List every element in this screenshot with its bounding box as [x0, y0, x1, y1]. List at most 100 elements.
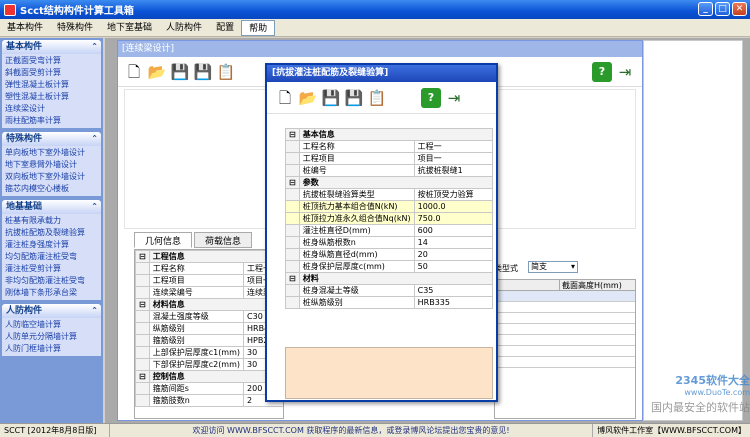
sidebar-item[interactable]: 灌注桩身强度计算 — [2, 239, 101, 251]
dialog-notes-area — [285, 347, 493, 399]
grid-label: 工程项目 — [298, 152, 415, 165]
grid-value[interactable]: 1000.0 — [413, 200, 494, 213]
sidebar-group-header[interactable]: 人防构件 ⌃ — [2, 304, 101, 318]
sidebar-item[interactable]: 人防临空墙计算 — [2, 319, 101, 331]
collapse-chevron-icon[interactable]: ⌃ — [91, 40, 98, 54]
grid-value[interactable]: HRB335 — [413, 296, 494, 309]
sidebar-item[interactable]: 雨柱配筋率计算 — [2, 115, 101, 127]
grid-value[interactable]: 600 — [413, 224, 494, 237]
grid-value[interactable]: 项目一 — [413, 152, 494, 165]
dialog-property-grid: ⊟ 基本信息 工程名称 工程一 工程项目 项目一 桩编号 抗拔桩裂缝1 ⊟ 参数 抗拔桩裂缝验算类型… — [285, 128, 494, 309]
grid-row: 箍筋间距s 200 — [135, 382, 283, 395]
type-select[interactable]: 简支 ▾ — [528, 261, 578, 273]
grid-value[interactable]: 20 — [413, 248, 494, 261]
grid-section-title: 控制信息 — [148, 370, 283, 383]
grid-section-row: ⊟ 材料信息 — [135, 298, 283, 311]
tab-geometry[interactable]: 几何信息 — [134, 232, 193, 248]
menu-special[interactable]: 特殊构件 — [50, 20, 100, 36]
save-as-icon[interactable]: 💾 — [344, 88, 364, 108]
tab-load[interactable]: 荷载信息 — [194, 232, 253, 248]
sidebar-item[interactable]: 双向板地下室外墙设计 — [2, 171, 101, 183]
collapse-icon[interactable]: ⊟ — [135, 298, 150, 311]
menu-help[interactable]: 帮助 — [241, 19, 276, 36]
minimize-button[interactable]: _ — [698, 2, 713, 16]
sidebar-group-title: 人防构件 — [6, 306, 43, 316]
exit-icon[interactable]: ⇥ — [615, 62, 635, 82]
open-folder-icon[interactable]: 📂 — [147, 62, 167, 82]
grid-section-row: ⊟ 工程信息 — [135, 250, 283, 263]
sidebar-group-header[interactable]: 特殊构件 ⌃ — [2, 132, 101, 146]
grid-label: 工程名称 — [298, 140, 415, 153]
sidebar-item[interactable]: 刚体墙下条形承台梁 — [2, 287, 101, 299]
help-icon[interactable]: ? — [592, 61, 612, 82]
grid-value[interactable]: 工程一 — [413, 140, 494, 153]
menu-foundation[interactable]: 地下室基础 — [100, 20, 159, 36]
grid-value[interactable]: 750.0 — [413, 212, 494, 225]
sidebar-item[interactable]: 灌注桩受剪计算 — [2, 263, 101, 275]
exit-icon[interactable]: ⇥ — [444, 88, 464, 108]
grid-row: 工程名称 工程一 — [135, 262, 283, 275]
save-icon[interactable]: 💾 — [321, 88, 341, 108]
sidebar-item[interactable]: 非均匀配筋灌注桩受弯 — [2, 275, 101, 287]
app-icon — [4, 3, 16, 16]
grid-section-title: 材料 — [298, 272, 494, 285]
watermark: 2345软件大全 www.DuoTe.com 国内最安全的软件站 — [651, 374, 750, 414]
sidebar-item[interactable]: 桩基有限承载力 — [2, 215, 101, 227]
grid-label: 下部保护层厚度c2(mm) — [148, 358, 245, 371]
collapse-icon[interactable]: ⊟ — [135, 370, 150, 383]
grid-section-row: ⊟ 参数 — [285, 176, 494, 189]
collapse-icon[interactable]: ⊟ — [285, 272, 300, 285]
grid-row: 桩身混凝土等级 C35 — [285, 284, 494, 297]
grid-value[interactable]: 14 — [413, 236, 494, 249]
save-as-icon[interactable]: 💾 — [193, 62, 213, 82]
collapse-icon[interactable]: ⊟ — [135, 250, 150, 263]
sidebar-item[interactable]: 弹性混凝土板计算 — [2, 79, 101, 91]
sidebar-item[interactable]: 地下室悬臂外墙设计 — [2, 159, 101, 171]
sidebar-item[interactable]: 人防门框墙计算 — [2, 343, 101, 355]
collapse-icon[interactable]: ⊟ — [285, 176, 300, 189]
maximize-button[interactable]: □ — [715, 2, 730, 16]
grid-row: 下部保护层厚度c2(mm) 30 — [135, 358, 283, 371]
open-folder-icon[interactable]: 📂 — [298, 88, 318, 108]
new-file-icon[interactable]: 🗋 — [275, 88, 295, 108]
grid-label: 工程名称 — [148, 262, 245, 275]
title-bar: Scct结构构件计算工具箱 _ □ ✕ — [0, 0, 750, 19]
grid-section-row: ⊟ 控制信息 — [135, 370, 283, 383]
help-icon[interactable]: ? — [421, 87, 441, 108]
menu-civil-defense[interactable]: 人防构件 — [159, 20, 209, 36]
collapse-chevron-icon[interactable]: ⌃ — [91, 132, 98, 146]
sidebar-item[interactable]: 抗拔桩配筋及裂缝验算 — [2, 227, 101, 239]
grid-label: 箍筋间距s — [148, 382, 245, 395]
collapse-icon[interactable]: ⊟ — [285, 128, 300, 141]
clipboard-icon[interactable]: 📋 — [367, 88, 387, 108]
menu-config[interactable]: 配置 — [209, 20, 241, 36]
sidebar-group-header[interactable]: 地基基础 ⌃ — [2, 200, 101, 214]
grid-row: 上部保护层厚度c1(mm) 30 — [135, 346, 283, 359]
sidebar-item[interactable]: 斜截面受剪计算 — [2, 67, 101, 79]
clipboard-icon[interactable]: 📋 — [216, 62, 236, 82]
grid-label: 箍筋级别 — [148, 334, 245, 347]
sidebar-item[interactable]: 单向板地下室外墙设计 — [2, 147, 101, 159]
span-table-header: 截面高度H(mm) — [562, 281, 622, 290]
sidebar-item[interactable]: 均匀配筋灌注桩受弯 — [2, 251, 101, 263]
close-button[interactable]: ✕ — [732, 2, 747, 16]
dialog-toolbar: 🗋 📂 💾 💾 📋 ? ⇥ — [267, 82, 496, 114]
grid-value[interactable]: 抗拔桩裂缝1 — [413, 164, 494, 177]
sidebar-item[interactable]: 人防单元分隔墙计算 — [2, 331, 101, 343]
collapse-chevron-icon[interactable]: ⌃ — [91, 304, 98, 318]
menu-basic[interactable]: 基本构件 — [0, 20, 50, 36]
grid-label: 箍筋肢数n — [148, 394, 245, 407]
new-file-icon[interactable]: 🗋 — [124, 62, 144, 82]
grid-row: 工程名称 工程一 — [285, 140, 494, 153]
sidebar-item[interactable]: 连续梁设计 — [2, 103, 101, 115]
collapse-chevron-icon[interactable]: ⌃ — [91, 200, 98, 214]
grid-value[interactable]: C35 — [413, 284, 494, 297]
sidebar-item[interactable]: 正截面受弯计算 — [2, 55, 101, 67]
sidebar-item[interactable]: 塑性混凝土板计算 — [2, 91, 101, 103]
save-icon[interactable]: 💾 — [170, 62, 190, 82]
status-message: 欢迎访问 WWW.BFSCCT.COM 获取程序的最新信息，或登录博风论坛提出您… — [110, 424, 594, 437]
grid-value[interactable]: 按桩顶受力验算 — [413, 188, 494, 201]
grid-value[interactable]: 50 — [413, 260, 494, 273]
sidebar-item[interactable]: 箍芯内模空心楼板 — [2, 183, 101, 195]
sidebar-group-header[interactable]: 基本构件 ⌃ — [2, 40, 101, 54]
